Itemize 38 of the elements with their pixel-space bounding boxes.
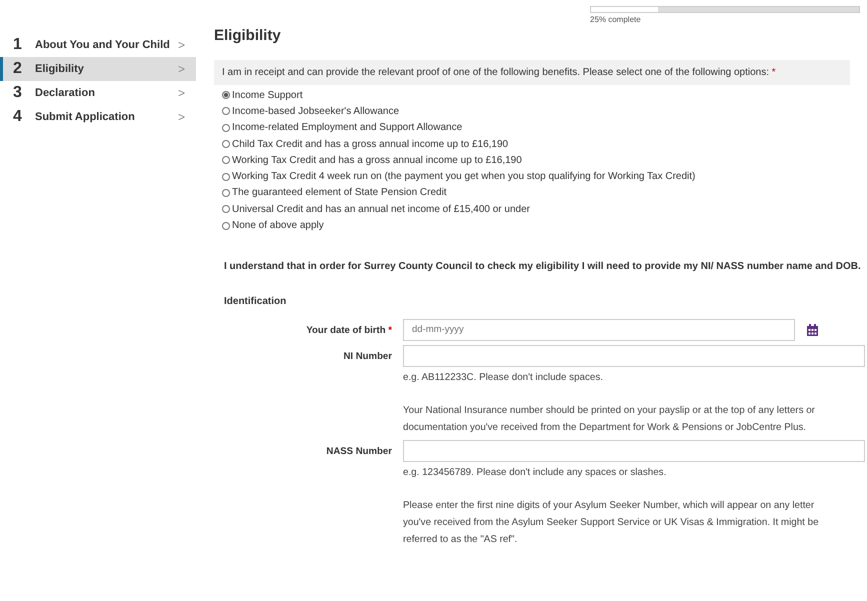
step-tab[interactable]: 1 About You and Your Child > [0, 33, 196, 57]
option-label[interactable]: The guaranteed element of State Pension Credit [232, 187, 447, 198]
option-label[interactable]: None of above apply [232, 220, 324, 232]
option-label[interactable]: Income-related Employment and Support Allowance [232, 122, 462, 134]
hint-text: e.g. 123456789. Please don't include any spaces or slashes. [403, 466, 668, 480]
radio-button[interactable] [222, 205, 230, 214]
step-tab[interactable]: 3 Declaration > [0, 81, 196, 105]
radio-button[interactable] [222, 140, 230, 148]
page-heading: Eligibility [214, 27, 282, 44]
option-label[interactable]: Universal Credit and has an annual net income of £15,400 or under [232, 204, 530, 215]
hint-text: e.g. AB112233C. Please don't include spaces. [403, 370, 604, 385]
radio-button[interactable] [222, 172, 230, 181]
step-tab[interactable]: 2 Eligibility > [0, 57, 196, 81]
step-tab[interactable]: 4 Submit Application > [0, 105, 196, 129]
option-label[interactable]: Income Support [232, 90, 303, 101]
statement-text: I understand that in order for Surrey County Council to check my eligibility I will need to provide my NI/ NASS number name and DOB. [224, 260, 862, 274]
radio-button[interactable] [222, 188, 230, 197]
hint-text: Your National Insurance number should be printed on your payslip or at the top of any letters or documentation you've received from the Department for Work & Pensions or JobCentre Plus. [403, 404, 816, 435]
radio-button[interactable] [222, 156, 230, 164]
radio-button[interactable] [222, 91, 230, 100]
radio-button[interactable] [222, 124, 230, 132]
progress-label: 25% complete [590, 15, 642, 24]
section-heading: Identification [224, 296, 288, 307]
calendar-icon[interactable] [807, 324, 818, 336]
option-label[interactable]: Child Tax Credit and has a gross annual income up to £16,190 [232, 138, 508, 150]
field-label: NI Number [342, 350, 392, 364]
text-field[interactable] [403, 344, 865, 367]
date-field[interactable]: dd-mm-yyyy [403, 318, 795, 341]
option-label[interactable]: Working Tax Credit and has a gross annual income up to £16,190 [232, 154, 522, 166]
field-label: NASS Number [325, 444, 392, 459]
option-label[interactable]: Income-based Jobseeker's Allowance [232, 106, 400, 117]
hint-text: Please enter the first nine digits of your Asylum Seeker Number, which will appear on any letter you've received from the Asylum Seeker Support Service or UK Visas & Immigration. It might be referred to as the "AS ref". [403, 498, 820, 547]
question-text: I am in receipt and can provide the relevant proof of one of the following benefits. Please select one of the following options: * [214, 60, 850, 85]
option-label[interactable]: Working Tax Credit 4 week run on (the payment you get when you stop qualifying for Working Tax Credit) [232, 171, 696, 182]
radio-button[interactable] [222, 222, 230, 230]
text-field[interactable] [403, 440, 865, 462]
field-label: Your date of birth * [305, 324, 392, 338]
radio-button[interactable] [222, 107, 230, 116]
